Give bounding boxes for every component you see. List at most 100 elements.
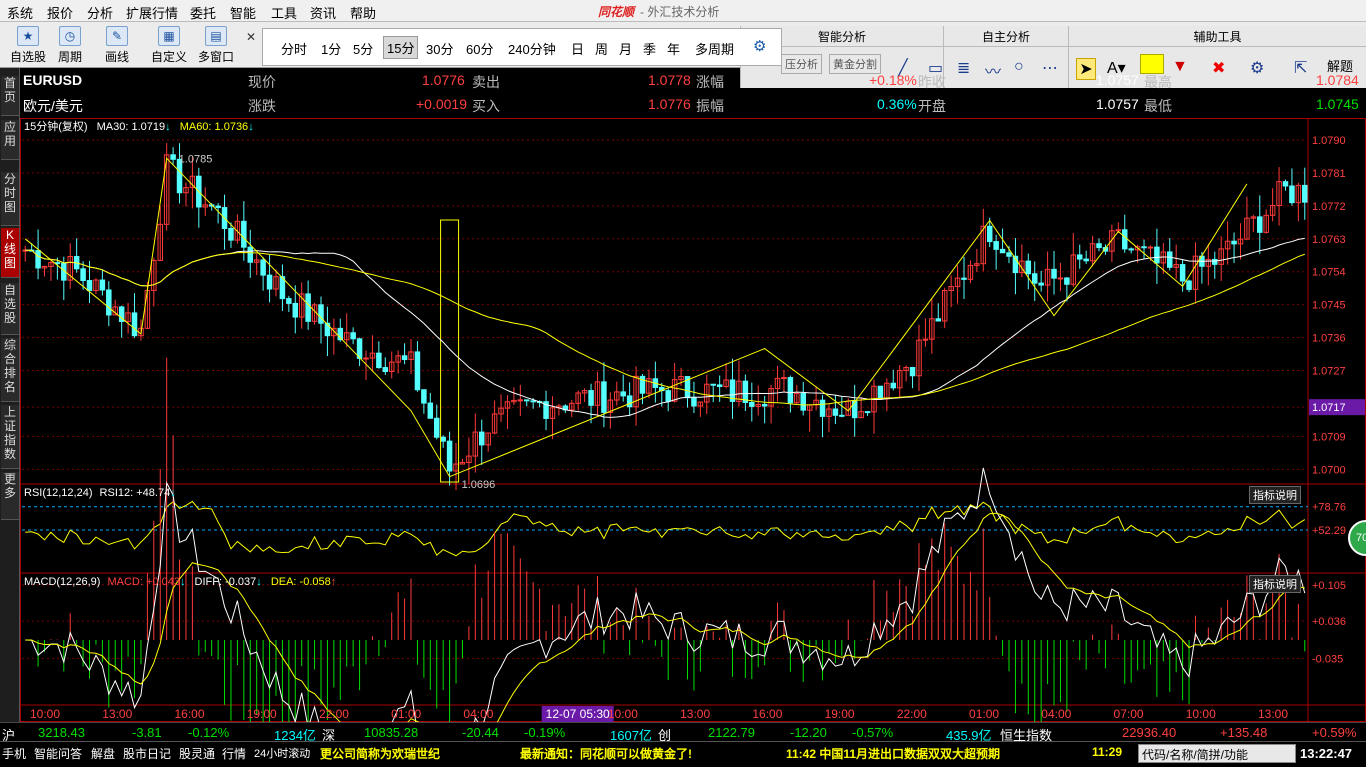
- nav-shanghai-index[interactable]: 上证指数: [1, 405, 19, 469]
- menu-news[interactable]: 资讯: [310, 3, 336, 22]
- candle-body: [241, 220, 247, 248]
- draw-line-button[interactable]: ✎ 画线: [97, 24, 137, 66]
- nav-ranking[interactable]: 综合排名: [1, 338, 19, 402]
- candle-body: [1167, 251, 1173, 268]
- period-button[interactable]: ◷ 周期: [50, 24, 90, 66]
- low-annotation: 1.0696: [462, 479, 496, 491]
- status-link[interactable]: 股灵通: [179, 745, 215, 762]
- candle-body: [922, 338, 929, 341]
- ticker-item: -20.44: [462, 725, 499, 740]
- menu-quote[interactable]: 报价: [47, 3, 73, 22]
- period-tab-selected[interactable]: 15分: [383, 36, 419, 59]
- nav-kline[interactable]: K线图: [1, 228, 19, 278]
- candle-body: [626, 395, 633, 408]
- status-link[interactable]: 24小时滚动: [254, 745, 310, 761]
- candle-body: [446, 440, 453, 472]
- status-link[interactable]: 手机: [2, 745, 26, 762]
- candle-body: [1302, 184, 1308, 203]
- menu-help[interactable]: 帮助: [350, 3, 376, 22]
- candle-body: [427, 402, 434, 419]
- period-tab[interactable]: 季: [643, 39, 656, 58]
- period-tab[interactable]: 年: [667, 39, 680, 58]
- period-tab[interactable]: 分时: [281, 39, 307, 58]
- close-icon[interactable]: ✕: [246, 30, 256, 44]
- candle-body: [999, 248, 1006, 254]
- menu-trade[interactable]: 委托: [190, 3, 216, 22]
- period-tab[interactable]: 月: [619, 39, 632, 58]
- status-link[interactable]: 解盘: [91, 745, 115, 762]
- nav-home[interactable]: 首页: [1, 76, 19, 116]
- period-tab[interactable]: 周: [595, 39, 608, 58]
- y-tick-label: 1.0745: [1312, 300, 1346, 312]
- indicator-help-button[interactable]: 指标说明: [1249, 575, 1301, 593]
- candle-body: [86, 280, 93, 292]
- x-tick-label: 16:00: [174, 707, 204, 721]
- nav-more[interactable]: 更多: [1, 472, 19, 520]
- candle-body: [1025, 260, 1032, 275]
- nav-apps[interactable]: 应用: [1, 120, 19, 160]
- candle-body: [1038, 282, 1044, 286]
- ma-legend: 15分钟(复权) MA30: 1.0719↓ MA60: 1.0736↓: [24, 118, 254, 134]
- multi-window-button[interactable]: ▤ 多窗口: [196, 24, 236, 66]
- window-icon: ▤: [205, 26, 227, 46]
- candle-body: [781, 377, 787, 380]
- candle-body: [601, 381, 607, 413]
- candle-body: [1057, 277, 1064, 280]
- ma30-line: [25, 237, 1305, 418]
- candle-body: [691, 397, 697, 407]
- status-link[interactable]: 行情: [222, 745, 246, 762]
- candle-body: [890, 382, 897, 389]
- x-tick-label: 10:00: [1186, 707, 1216, 721]
- code-search-input[interactable]: 代码/名称/简拼/功能: [1138, 744, 1296, 763]
- ma60-line: [25, 249, 1305, 406]
- candle-body: [401, 355, 408, 360]
- left-nav: 首页 应用 分时图 K线图 自选股 综合排名 上证指数 更多: [0, 68, 20, 740]
- period-tab[interactable]: 60分: [466, 39, 493, 58]
- candle-body: [530, 400, 536, 403]
- candle-body: [716, 384, 723, 387]
- period-tab[interactable]: 多周期: [695, 39, 734, 58]
- custom-button[interactable]: ▦ 自定义: [149, 24, 189, 66]
- status-link[interactable]: 股市日记: [123, 745, 171, 762]
- x-tick-label: 10:00: [30, 707, 60, 721]
- x-tick-label: 07:00: [1114, 707, 1144, 721]
- candle-body: [839, 414, 845, 417]
- menu-smart[interactable]: 智能: [230, 3, 256, 22]
- diff-line: [25, 467, 1306, 723]
- menu-system[interactable]: 系统: [7, 3, 33, 22]
- menu-extended[interactable]: 扩展行情: [126, 3, 178, 22]
- y-tick-label: 1.0700: [1312, 464, 1346, 476]
- candle-body: [260, 259, 266, 276]
- kline-chart[interactable]: 1.0790 1.0781 1.0772 1.0763 1.0754 1.0745 1.07…: [20, 68, 1366, 723]
- candle-body: [1212, 258, 1218, 265]
- x-tick-label: 04:00: [463, 707, 493, 721]
- ma30-label: MA30: 1.0719: [96, 121, 166, 133]
- candle-body: [35, 250, 41, 269]
- candle-body: [363, 357, 369, 360]
- candle-body: [286, 298, 292, 304]
- candle-body: [620, 391, 626, 397]
- candle-body: [1031, 273, 1038, 284]
- menu-analysis[interactable]: 分析: [87, 3, 113, 22]
- status-link[interactable]: 智能问答: [34, 745, 82, 762]
- period-tab[interactable]: 240分钟: [508, 39, 556, 58]
- candle-body: [832, 408, 839, 416]
- news-item[interactable]: 更公司简称为欢瑞世纪: [320, 745, 440, 762]
- candle-body: [761, 403, 768, 407]
- indicator-help-button[interactable]: 指标说明: [1249, 486, 1301, 504]
- star-icon: ★: [17, 26, 39, 46]
- period-tab[interactable]: 1分: [321, 39, 341, 58]
- y-tick-label: 1.0772: [1312, 201, 1346, 213]
- period-tab[interactable]: 日: [571, 39, 584, 58]
- gear-icon[interactable]: ⚙: [753, 37, 766, 55]
- nav-watchlist[interactable]: 自选股: [1, 283, 19, 335]
- menu-tools[interactable]: 工具: [271, 3, 297, 22]
- watchlist-button[interactable]: ★ 自选股: [8, 24, 48, 66]
- period-tab[interactable]: 5分: [353, 39, 373, 58]
- nav-timeshare[interactable]: 分时图: [1, 172, 19, 226]
- news-item[interactable]: 最新通知：同花顺可以做黄金了!: [520, 745, 692, 762]
- period-tab[interactable]: 30分: [426, 39, 453, 58]
- news-item[interactable]: 11:29: [1092, 745, 1122, 759]
- macd-value: MACD: +0.043: [107, 576, 180, 588]
- news-item[interactable]: 11:42 中国11月进出口数据双双大超预期: [786, 745, 1000, 762]
